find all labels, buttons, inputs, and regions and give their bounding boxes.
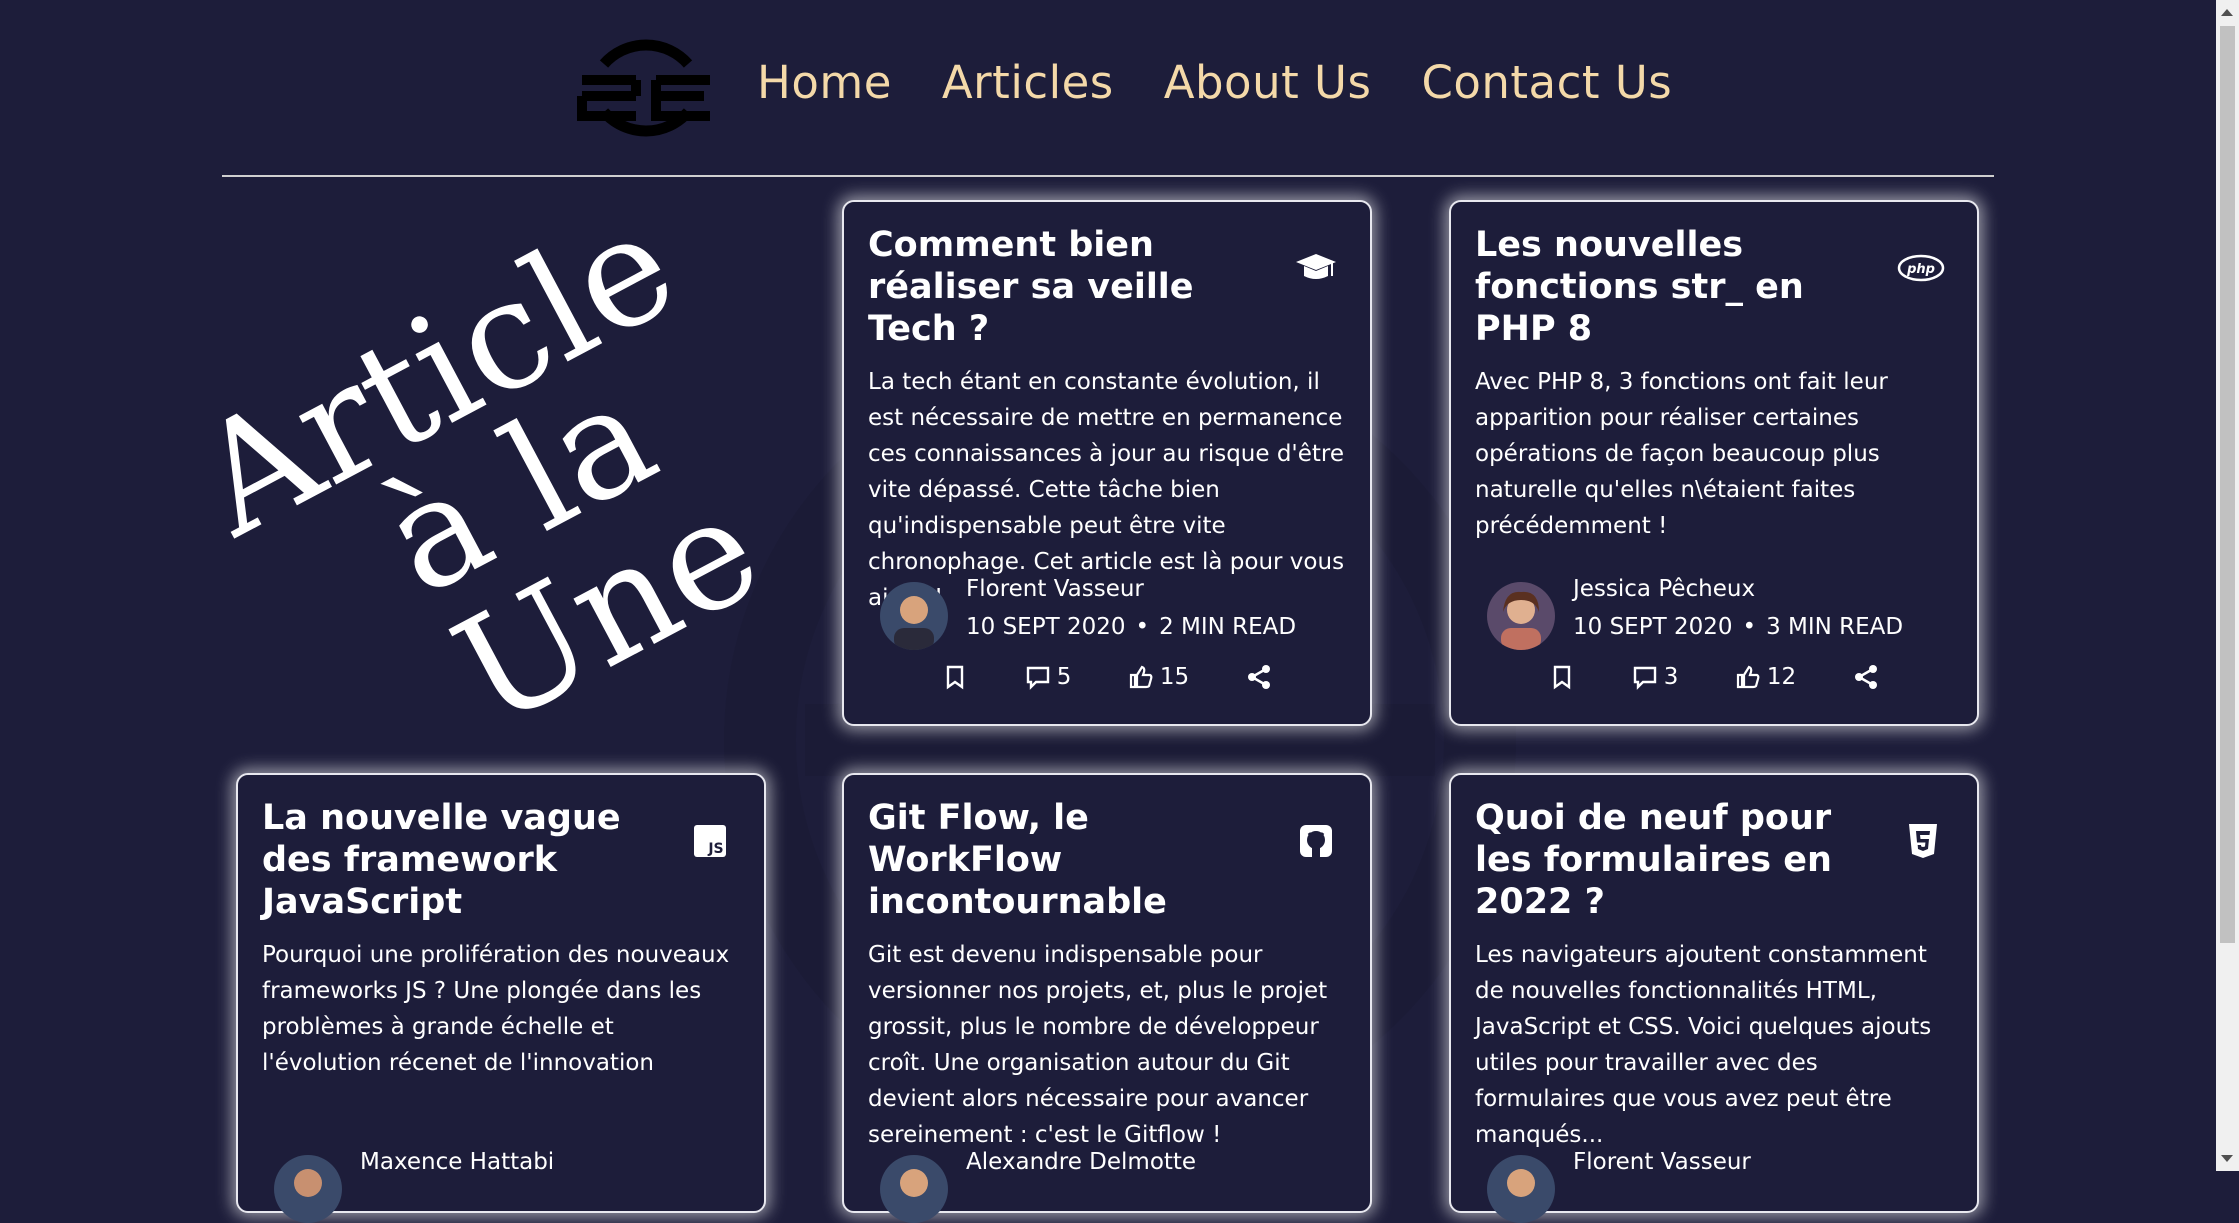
thumbs-up-icon [1736, 665, 1760, 689]
thumbs-up-icon [1129, 665, 1153, 689]
article-meta: 10 SEPT 2020 • 3 MIN READ [1573, 614, 1904, 640]
article-card[interactable]: Comment bien réaliser sa veille Tech ? L… [842, 200, 1372, 726]
header-divider [222, 175, 1994, 177]
article-actions: 3 12 [1451, 664, 1977, 690]
article-author: Florent Vasseur 10 SEPT 2020 • 2 MIN READ [880, 574, 1296, 650]
svg-text:JS: JS [707, 841, 723, 857]
site-header: Home Articles About Us Contact Us [0, 0, 2216, 175]
comments-button[interactable]: 3 [1632, 664, 1679, 690]
article-title[interactable]: La nouvelle vague des framework JavaScri… [262, 797, 740, 923]
featured-heading: Article à la Une [215, 205, 775, 761]
comments-count: 3 [1663, 664, 1679, 690]
article-author: Maxence Hattabi [274, 1147, 554, 1223]
github-icon [1300, 825, 1332, 857]
article-author: Florent Vasseur [1487, 1147, 1751, 1223]
author-avatar[interactable] [1487, 1155, 1555, 1223]
article-description: Avec PHP 8, 3 fonctions ont fait leur ap… [1475, 369, 1888, 539]
article-card[interactable]: La nouvelle vague des framework JavaScri… [236, 773, 766, 1223]
javascript-icon: JS [694, 825, 726, 857]
bookmark-icon [1554, 665, 1571, 690]
article-description: Les navigateurs ajoutent constamment de … [1475, 942, 1932, 1148]
article-author: Alexandre Delmotte [880, 1147, 1196, 1223]
bookmark-button[interactable] [1549, 664, 1575, 690]
like-button[interactable]: 12 [1735, 664, 1796, 690]
nav-contact-link[interactable]: Contact Us [1421, 56, 1672, 109]
comments-button[interactable]: 5 [1025, 664, 1072, 690]
author-name[interactable]: Maxence Hattabi [360, 1147, 554, 1177]
like-button[interactable]: 15 [1128, 664, 1189, 690]
likes-count: 15 [1159, 664, 1190, 690]
article-author: Jessica Pêcheux 10 SEPT 2020 • 3 MIN READ [1487, 574, 1903, 650]
publish-date: 10 SEPT 2020 [966, 614, 1126, 640]
author-avatar[interactable] [1487, 582, 1555, 650]
article-actions: 5 15 [844, 664, 1370, 690]
svg-text:php: php [1906, 262, 1935, 277]
share-icon [1854, 665, 1877, 689]
nav-home-link[interactable]: Home [757, 56, 892, 109]
article-card[interactable]: Les nouvelles fonctions str_ en PHP 8 ph… [1449, 200, 1979, 726]
article-description: Git est devenu indispensable pour versio… [868, 942, 1328, 1148]
bookmark-button[interactable] [942, 664, 968, 690]
article-description: Pourquoi une prolifération des nouveaux … [262, 942, 730, 1076]
scrollbar-thumb[interactable] [2220, 26, 2235, 943]
read-time: 3 MIN READ [1766, 614, 1904, 640]
html5-icon [1909, 824, 1937, 858]
read-time: 2 MIN READ [1159, 614, 1297, 640]
site-logo-icon[interactable] [574, 24, 718, 152]
article-meta: 10 SEPT 2020 • 2 MIN READ [966, 614, 1297, 640]
author-name[interactable]: Florent Vasseur [966, 574, 1296, 604]
graduation-cap-icon [1296, 254, 1336, 279]
article-title[interactable]: Comment bien réaliser sa veille Tech ? [868, 224, 1346, 350]
article-title[interactable]: Quoi de neuf pour les formulaires en 202… [1475, 797, 1953, 923]
share-button[interactable] [1246, 664, 1272, 690]
scroll-down-arrow-icon[interactable] [2221, 1155, 2233, 1162]
article-title[interactable]: Les nouvelles fonctions str_ en PHP 8 [1475, 224, 1953, 350]
share-icon [1247, 665, 1270, 689]
scroll-up-arrow-icon[interactable] [2221, 9, 2233, 16]
publish-date: 10 SEPT 2020 [1573, 614, 1733, 640]
share-button[interactable] [1853, 664, 1879, 690]
comment-icon [1633, 666, 1656, 690]
author-name[interactable]: Alexandre Delmotte [966, 1147, 1196, 1177]
article-title[interactable]: Git Flow, le WorkFlow incontournable [868, 797, 1346, 923]
main-nav: Home Articles About Us Contact Us [757, 56, 1672, 109]
author-avatar[interactable] [274, 1155, 342, 1223]
article-card[interactable]: Quoi de neuf pour les formulaires en 202… [1449, 773, 1979, 1223]
nav-articles-link[interactable]: Articles [942, 56, 1114, 109]
article-card[interactable]: Git Flow, le WorkFlow incontournable Git… [842, 773, 1372, 1223]
comment-icon [1026, 666, 1049, 690]
nav-about-link[interactable]: About Us [1164, 56, 1372, 109]
author-avatar[interactable] [880, 1155, 948, 1223]
likes-count: 12 [1766, 664, 1797, 690]
author-avatar[interactable] [880, 582, 948, 650]
author-name[interactable]: Jessica Pêcheux [1573, 574, 1903, 604]
bookmark-icon [947, 665, 964, 690]
author-name[interactable]: Florent Vasseur [1573, 1147, 1751, 1177]
vertical-scrollbar[interactable] [2216, 0, 2239, 1171]
php-icon: php [1897, 254, 1945, 282]
comments-count: 5 [1056, 664, 1072, 690]
